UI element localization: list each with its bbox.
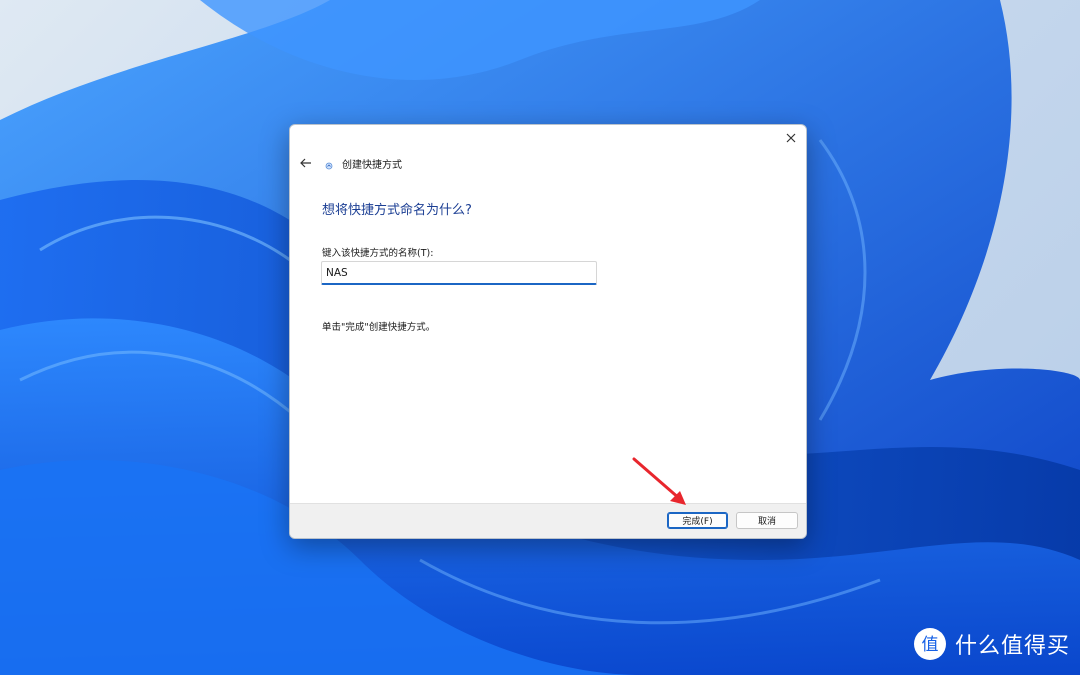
watermark-text: 什么值得买 [954,634,1070,659]
desktop: 创建快捷方式 想将快捷方式命名为什么? 键入该快捷方式的名称(T): 单击"完成… [0,0,1080,675]
create-shortcut-dialog: 创建快捷方式 想将快捷方式命名为什么? 键入该快捷方式的名称(T): 单击"完成… [289,124,807,539]
red-arrow-annotation [632,457,686,505]
dialog-footer: 完成(F) 取消 [290,503,806,538]
finish-button[interactable]: 完成(F) [667,512,728,529]
shortcut-name-input[interactable] [321,261,597,285]
wizard-header: 创建快捷方式 [298,155,402,171]
name-field-label: 键入该快捷方式的名称(T): [322,248,434,259]
back-arrow-icon [300,158,311,168]
close-button[interactable] [776,125,806,151]
back-button[interactable] [298,155,314,171]
svg-text:值: 值 [921,635,938,655]
watermark: 值 什么值得买 [913,627,1070,661]
shortcut-wizard-icon [324,161,334,171]
cancel-button[interactable]: 取消 [736,512,798,529]
wizard-title: 创建快捷方式 [342,159,402,171]
zhi-logo-icon: 值 [913,628,946,660]
finish-hint-text: 单击"完成"创建快捷方式。 [322,322,436,333]
page-heading: 想将快捷方式命名为什么? [322,203,472,218]
close-icon [786,133,796,143]
